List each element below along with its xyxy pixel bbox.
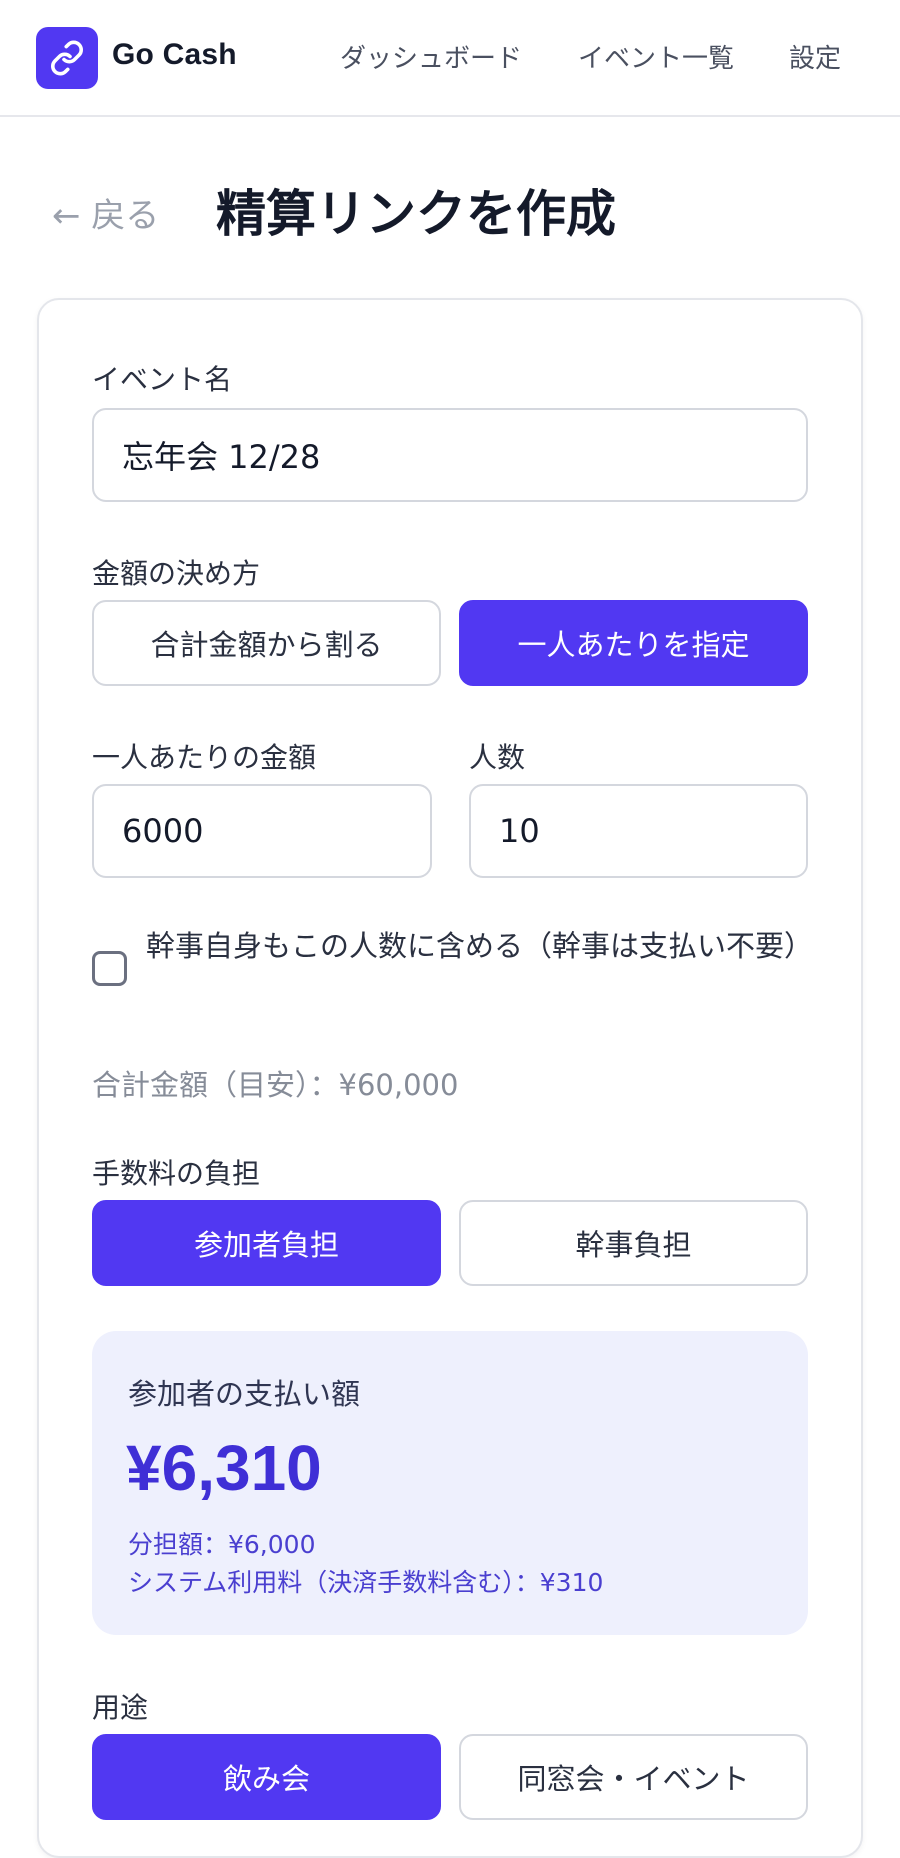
share-amount: 分担額：¥6,000 bbox=[128, 1530, 316, 1559]
link-icon[interactable] bbox=[36, 27, 98, 89]
headcount-label: 人数 bbox=[469, 741, 526, 774]
brand-name[interactable]: Go Cash bbox=[112, 38, 237, 72]
amount-method-option-total[interactable]: 合計金額から割る bbox=[92, 600, 441, 686]
system-fee: システム利用料（決済手数料含む）：¥310 bbox=[128, 1568, 604, 1597]
total-amount-hint: 合計金額（目安）：¥60,000 bbox=[92, 1068, 459, 1102]
payment-amount: ¥6,310 bbox=[126, 1432, 322, 1504]
fee-bearer-option-organizer[interactable]: 幹事負担 bbox=[459, 1200, 808, 1286]
back-link[interactable]: ← 戻る bbox=[52, 188, 159, 237]
app-header: Go Cash ダッシュボード イベント一覧 設定 bbox=[0, 0, 900, 117]
page-title: 精算リンクを作成 bbox=[216, 185, 616, 243]
nav-events[interactable]: イベント一覧 bbox=[578, 38, 734, 75]
purpose-label: 用途 bbox=[92, 1691, 149, 1724]
amount-method-label: 金額の決め方 bbox=[92, 557, 261, 590]
fee-bearer-label: 手数料の負担 bbox=[92, 1157, 261, 1190]
fee-bearer-option-participants[interactable]: 参加者負担 bbox=[92, 1200, 441, 1286]
include-organizer-label[interactable]: 幹事自身もこの人数に含める（幹事は支払い不要） bbox=[146, 924, 816, 968]
purpose-option-reunion-event[interactable]: 同窓会・イベント bbox=[459, 1734, 808, 1820]
event-name-input[interactable]: 忘年会 12/28 bbox=[92, 408, 808, 502]
per-person-amount-label: 一人あたりの金額 bbox=[92, 741, 317, 774]
nav-settings[interactable]: 設定 bbox=[789, 38, 841, 75]
include-organizer-checkbox[interactable] bbox=[92, 951, 127, 986]
payment-summary-label: 参加者の支払い額 bbox=[128, 1377, 361, 1411]
purpose-option-drinking-party[interactable]: 飲み会 bbox=[92, 1734, 441, 1820]
amount-method-option-per-person[interactable]: 一人あたりを指定 bbox=[459, 600, 808, 686]
per-person-amount-input[interactable]: 6000 bbox=[92, 784, 432, 878]
headcount-input[interactable]: 10 bbox=[469, 784, 808, 878]
nav-dashboard[interactable]: ダッシュボード bbox=[340, 38, 522, 75]
payment-summary-box: 参加者の支払い額 ¥6,310 分担額：¥6,000 システム利用料（決済手数料… bbox=[92, 1331, 808, 1635]
event-name-label: イベント名 bbox=[92, 363, 233, 396]
